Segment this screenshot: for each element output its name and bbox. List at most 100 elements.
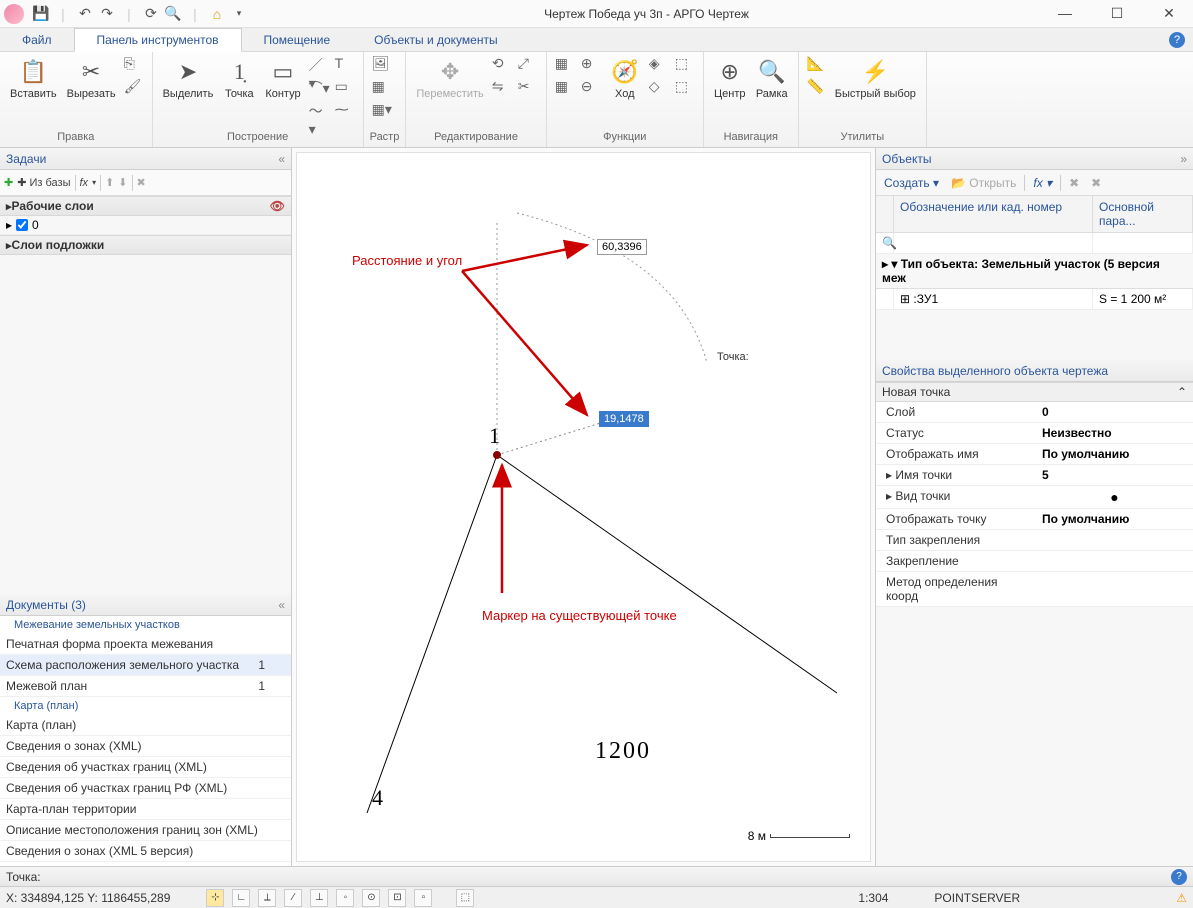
redo-icon[interactable]: ↷ [98,5,116,23]
cut-button[interactable]: ✂Вырезать [63,54,120,102]
snap-icon5[interactable]: ⊥ [310,889,328,907]
snap-icon1[interactable]: ⊹ [206,889,224,907]
raster-icon2[interactable]: ▦ [370,77,394,99]
doc-item[interactable]: Сведения о зонах (XML 5 версия) [0,841,291,862]
prop-row[interactable]: Слой0 [876,402,1193,423]
spline-icon[interactable]: ⁓ [333,100,357,122]
col-param[interactable]: Основной пара... [1093,196,1193,232]
copy-icon[interactable]: ⎘ [122,54,146,76]
rect-icon[interactable]: ▭ [333,77,357,99]
doc-item[interactable]: Карта-план территории [0,799,291,820]
doc-item[interactable]: Карта (план) [0,715,291,736]
save-icon[interactable]: 💾 [32,5,50,23]
doc-item[interactable]: Сведения о зонах (XML) [0,736,291,757]
distance-value[interactable]: 60,3396 [597,239,647,255]
doc-item[interactable]: Сведения об участках границ РФ (XML) [0,778,291,799]
prop-row[interactable]: СтатусНеизвестно [876,423,1193,444]
warning-icon[interactable]: ⚠ [1176,891,1187,905]
refresh-icon[interactable]: ⟳ [142,5,160,23]
scale-icon[interactable]: ⤢ [516,54,540,76]
collapse-right-icon[interactable]: » [1180,152,1187,166]
add-icon[interactable]: ✚ [4,176,13,189]
prop-row[interactable]: Отображать имяПо умолчанию [876,444,1193,465]
func-icon6[interactable]: ◇ [647,77,671,99]
snap-icon10[interactable]: ⬚ [456,889,474,907]
layer-row[interactable]: ▸0 [0,216,291,235]
raster-icon1[interactable]: 🖼 [370,54,394,76]
home-icon[interactable]: ⌂ [208,5,226,23]
delete-obj-icon[interactable]: ✖ [1065,174,1083,192]
func-icon4[interactable]: ⊖ [579,77,603,99]
minimize-button[interactable]: — [1045,5,1085,22]
point-button[interactable]: 1̣Точка [219,54,259,102]
object-type-group[interactable]: ▸ ▾ Тип объекта: Земельный участок (5 ве… [876,254,1193,289]
prop-row[interactable]: Закрепление [876,551,1193,572]
object-row[interactable]: ⊞ :ЗУ1 S = 1 200 м² [876,289,1193,310]
snap-icon7[interactable]: ⊙ [362,889,380,907]
col-designation[interactable]: Обозначение или кад. номер [894,196,1093,232]
undo-icon[interactable]: ↶ [76,5,94,23]
rotate-icon[interactable]: ⟲ [490,54,514,76]
status-scale[interactable]: 1:304 [858,891,888,905]
select-button[interactable]: ➤Выделить [159,54,218,102]
layer-checkbox[interactable] [16,219,28,231]
move-button[interactable]: ✥Переместить [412,54,487,102]
prop-row[interactable]: ▸ Имя точки5 [876,465,1193,486]
eye-icon[interactable]: 👁 [270,199,285,213]
status-help-icon[interactable]: ? [1171,869,1187,885]
tab-file[interactable]: Файл [0,29,74,51]
zoom-icon[interactable]: 🔍 [164,5,182,23]
create-button[interactable]: Создать ▾ [880,174,943,192]
contour-button[interactable]: ▭Контур [261,54,304,102]
dropdown-icon[interactable]: ▾ [230,5,248,23]
func-icon8[interactable]: ⬚ [673,77,697,99]
xod-button[interactable]: 🧭Ход [605,54,645,102]
new-point-header[interactable]: Новая точка⌃ [876,382,1193,402]
center-button[interactable]: ⊕Центр [710,54,750,102]
close-button[interactable]: ✕ [1149,5,1189,22]
mirror-icon[interactable]: ⇋ [490,77,514,99]
func-icon3[interactable]: ⊕ [579,54,603,76]
collapse-docs-icon[interactable]: « [278,598,285,612]
collapse-left-icon[interactable]: « [278,152,285,166]
snap-icon9[interactable]: ▫ [414,889,432,907]
trim-icon[interactable]: ✂ [516,77,540,99]
fx-button[interactable]: fx [80,177,89,189]
open-button[interactable]: 📂 Открыть [947,174,1020,192]
drawing-canvas[interactable]: Расстояние и угол Маркер на существующей… [296,152,871,862]
frame-button[interactable]: 🔍Рамка [752,54,792,102]
line-icon[interactable]: ／▾ [307,54,331,76]
layers-header[interactable]: ▸ Рабочие слои👁 [0,196,291,216]
snap-icon4[interactable]: ∕ [284,889,302,907]
func-icon2[interactable]: ▦ [553,77,577,99]
tab-room[interactable]: Помещение [242,29,353,51]
snap-icon8[interactable]: ⊡ [388,889,406,907]
curve-icon[interactable]: 〜▾ [307,100,331,122]
prop-row[interactable]: ▸ Вид точки● [876,486,1193,509]
doc-group-survey[interactable]: Межевание земельных участков [0,616,291,634]
doc-item[interactable]: Печатная форма проекта межевания [0,634,291,655]
doc-item[interactable]: Межевой план1 [0,676,291,697]
down-icon[interactable]: ⬇ [118,176,127,189]
up-icon[interactable]: ⬆ [105,176,114,189]
remove-obj-icon[interactable]: ✖ [1087,174,1105,192]
doc-item[interactable]: Схема расположения земельного участка1 [0,655,291,676]
raster-icon3[interactable]: ▦▾ [370,100,394,122]
doc-item[interactable]: Описание местоположения границ зон (XML) [0,820,291,841]
maximize-button[interactable]: ☐ [1097,5,1137,22]
tab-objects[interactable]: Объекты и документы [352,29,519,51]
arc-icon[interactable]: ⌒▾ [307,77,331,99]
from-base-button[interactable]: ✚ Из базы [17,176,70,189]
angle-value[interactable]: 19,1478 [599,411,649,427]
func-icon7[interactable]: ⬚ [673,54,697,76]
func-icon5[interactable]: ◈ [647,54,671,76]
doc-item[interactable]: Сведения об участках границ (XML) [0,757,291,778]
delete-icon[interactable]: ✖ [137,176,146,189]
util-icon1[interactable]: 📐 [805,54,829,76]
text-icon[interactable]: T [333,54,357,76]
func-icon1[interactable]: ▦ [553,54,577,76]
substrate-header[interactable]: ▸ Слои подложки [0,235,291,255]
doc-group-map[interactable]: Карта (план) [0,697,291,715]
snap-icon3[interactable]: ⟂ [258,889,276,907]
help-icon[interactable]: ? [1169,32,1185,48]
